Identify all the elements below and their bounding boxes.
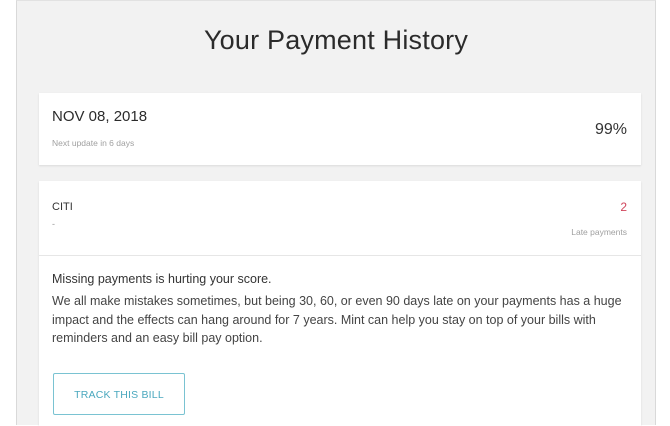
account-subtext: - <box>52 219 55 229</box>
summary-date: NOV 08, 2018 <box>52 108 148 125</box>
account-header: CITI - 2 Late payments <box>39 181 641 256</box>
late-payments-count: 2 <box>620 200 627 214</box>
next-update-text: Next update in 6 days <box>52 138 135 148</box>
message-heading: Missing payments is hurting your score. <box>52 272 272 286</box>
late-payments-label: Late payments <box>571 227 627 237</box>
account-name: CITI <box>52 201 73 213</box>
summary-card: NOV 08, 2018 Next update in 6 days 99% <box>39 93 641 165</box>
payment-history-panel: Your Payment History NOV 08, 2018 Next u… <box>16 0 656 426</box>
track-this-bill-button[interactable]: TRACK THIS BILL <box>53 373 185 415</box>
account-card: CITI - 2 Late payments Missing payments … <box>39 181 641 426</box>
page-title: Your Payment History <box>203 25 469 55</box>
message-body: We all make mistakes sometimes, but bein… <box>52 294 622 345</box>
payment-percentage: 99% <box>594 121 627 138</box>
